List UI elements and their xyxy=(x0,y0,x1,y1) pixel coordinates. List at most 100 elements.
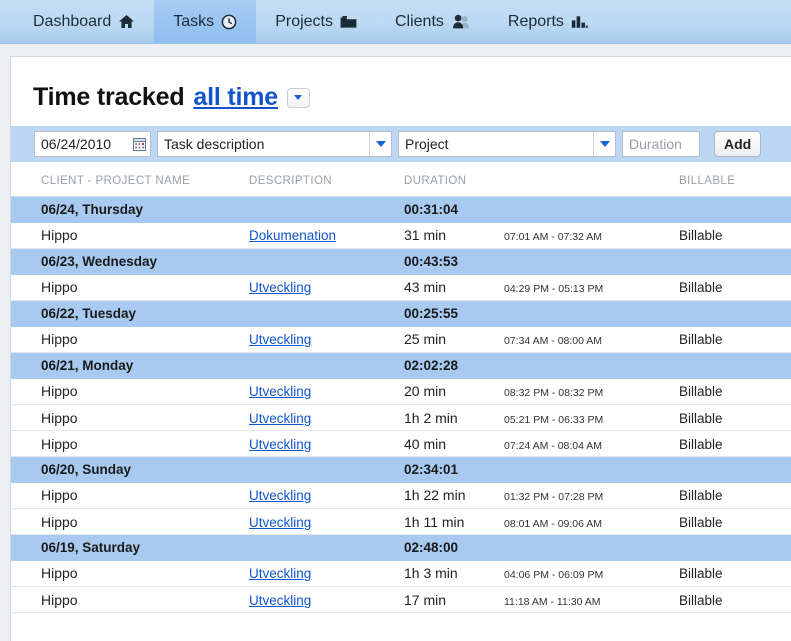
time-range-text: 05:21 PM - 06:33 PM xyxy=(504,413,604,426)
day-spacer xyxy=(504,248,679,275)
nav-tab-label: Tasks xyxy=(173,12,215,30)
time-range-text: 07:24 AM - 08:04 AM xyxy=(504,439,603,452)
day-date: 06/21, Monday xyxy=(11,352,249,379)
date-field[interactable]: 06/24/2010 xyxy=(34,131,151,157)
task-description-link[interactable]: Utveckling xyxy=(249,593,311,608)
nav-tab-clients[interactable]: Clients xyxy=(376,0,489,43)
time-range-text: 11:18 AM - 11:30 AM xyxy=(504,595,601,608)
task-description-link[interactable]: Utveckling xyxy=(249,384,311,399)
cell-billable: Billable xyxy=(679,508,791,535)
day-total: 02:48:00 xyxy=(404,534,504,561)
task-description-link[interactable]: Utveckling xyxy=(249,332,311,347)
table-row[interactable]: Hippo Utveckling 20 min 08:32 PM - 08:32 PM… xyxy=(11,378,791,405)
day-spacer xyxy=(504,456,679,483)
calendar-icon[interactable] xyxy=(133,137,146,151)
day-summary-row: 06/19, Saturday 02:48:00 xyxy=(11,534,791,561)
day-total: 00:25:55 xyxy=(404,300,504,327)
task-description-link[interactable]: Utveckling xyxy=(249,566,311,581)
cell-duration: 20 min xyxy=(404,378,504,405)
column-header-client: CLIENT - PROJECT NAME xyxy=(11,162,249,197)
add-button[interactable]: Add xyxy=(714,131,762,157)
nav-tab-projects[interactable]: Projects xyxy=(256,0,376,43)
nav-tab-reports[interactable]: Reports xyxy=(489,0,607,43)
chevron-down-icon xyxy=(599,141,610,147)
column-header-description: DESCRIPTION xyxy=(249,162,404,197)
table-row[interactable]: Hippo Dokumenation 31 min 07:01 AM - 07:32 … xyxy=(11,222,791,249)
cell-billable: Billable xyxy=(679,560,791,587)
time-entries-table: CLIENT - PROJECT NAME DESCRIPTION DURATI… xyxy=(11,162,791,613)
cell-client: Hippo xyxy=(11,482,249,509)
day-date: 06/23, Wednesday xyxy=(11,248,249,275)
billable-label: Billable xyxy=(679,228,723,244)
task-description-link[interactable]: Utveckling xyxy=(249,488,311,503)
day-spacer xyxy=(504,196,679,223)
chevron-down-icon xyxy=(375,141,386,147)
day-spacer xyxy=(249,196,404,223)
day-spacer xyxy=(504,534,679,561)
billable-label: Billable xyxy=(679,410,723,426)
billable-label: Billable xyxy=(679,384,723,400)
cell-client: Hippo xyxy=(11,274,249,301)
task-description-link[interactable]: Dokumenation xyxy=(249,228,336,243)
day-spacer xyxy=(504,300,679,327)
cell-billable: Billable xyxy=(679,404,791,431)
table-body: 06/24, Thursday 00:31:04 Hippo Dokumenation… xyxy=(11,196,791,613)
folder-icon xyxy=(340,15,357,29)
task-description-field[interactable]: Task description xyxy=(157,131,392,157)
page-title: Time tracked all time xyxy=(11,57,791,112)
day-spacer xyxy=(249,352,404,379)
time-range-text: 08:01 AM - 09:06 AM xyxy=(504,517,603,530)
cell-client: Hippo xyxy=(11,326,249,353)
nav-tab-label: Clients xyxy=(394,12,444,30)
billable-label: Billable xyxy=(679,592,723,608)
day-spacer xyxy=(679,534,791,561)
day-spacer xyxy=(249,534,404,561)
project-field[interactable]: Project xyxy=(398,131,616,157)
task-description-link[interactable]: Utveckling xyxy=(249,411,311,426)
cell-time-range: 11:18 AM - 11:30 AM xyxy=(504,586,679,613)
cell-time-range: 07:34 AM - 08:00 AM xyxy=(504,326,679,353)
day-total: 02:34:01 xyxy=(404,456,504,483)
table-row[interactable]: Hippo Utveckling 17 min 11:18 AM - 11:30 AM… xyxy=(11,586,791,613)
table-row[interactable]: Hippo Utveckling 43 min 04:29 PM - 05:13 PM… xyxy=(11,274,791,301)
task-description-link[interactable]: Utveckling xyxy=(249,280,311,295)
time-range-dropdown-button[interactable] xyxy=(286,87,310,108)
table-row[interactable]: Hippo Utveckling 40 min 07:24 AM - 08:04 AM… xyxy=(11,430,791,457)
cell-duration: 25 min xyxy=(404,326,504,353)
time-range-text: 08:32 PM - 08:32 PM xyxy=(504,387,604,400)
cell-time-range: 07:01 AM - 07:32 AM xyxy=(504,222,679,249)
project-dropdown-button[interactable] xyxy=(593,132,615,156)
time-range-text: 04:06 PM - 06:09 PM xyxy=(504,569,604,582)
cell-client: Hippo xyxy=(11,560,249,587)
table-row[interactable]: Hippo Utveckling 1h 3 min 04:06 PM - 06:09 … xyxy=(11,560,791,587)
day-date: 06/19, Saturday xyxy=(11,534,249,561)
table-row[interactable]: Hippo Utveckling 1h 2 min 05:21 PM - 06:33 … xyxy=(11,404,791,431)
duration-field[interactable]: Duration xyxy=(622,131,700,157)
table-header-row: CLIENT - PROJECT NAME DESCRIPTION DURATI… xyxy=(11,162,791,197)
day-summary-row: 06/24, Thursday 00:31:04 xyxy=(11,196,791,223)
table-row[interactable]: Hippo Utveckling 1h 22 min 01:32 PM - 07:28… xyxy=(11,482,791,509)
task-description-link[interactable]: Utveckling xyxy=(249,437,311,452)
cell-billable: Billable xyxy=(679,482,791,509)
cell-description: Utveckling xyxy=(249,482,404,509)
table-row[interactable]: Hippo Utveckling 25 min 07:34 AM - 08:00 AM… xyxy=(11,326,791,353)
cell-time-range: 07:24 AM - 08:04 AM xyxy=(504,430,679,457)
cell-description: Utveckling xyxy=(249,430,404,457)
task-description-dropdown-button[interactable] xyxy=(369,132,391,156)
cell-duration: 1h 3 min xyxy=(404,560,504,587)
billable-label: Billable xyxy=(679,436,723,452)
cell-description: Utveckling xyxy=(249,560,404,587)
day-date: 06/22, Tuesday xyxy=(11,300,249,327)
duration-placeholder: Duration xyxy=(629,136,682,152)
column-header-duration: DURATION xyxy=(404,162,504,197)
time-range-link[interactable]: all time xyxy=(193,83,278,112)
task-description-link[interactable]: Utveckling xyxy=(249,515,311,530)
nav-tab-tasks[interactable]: Tasks xyxy=(154,0,257,43)
nav-tab-dashboard[interactable]: Dashboard xyxy=(14,0,154,43)
cell-client: Hippo xyxy=(11,378,249,405)
day-spacer xyxy=(679,300,791,327)
content-card: Time tracked all time 06/24/2010 Task de… xyxy=(10,56,791,641)
time-range-text: 01:32 PM - 07:28 PM xyxy=(504,491,604,504)
cell-time-range: 01:32 PM - 07:28 PM xyxy=(504,482,679,509)
table-row[interactable]: Hippo Utveckling 1h 11 min 08:01 AM - 09:06… xyxy=(11,508,791,535)
